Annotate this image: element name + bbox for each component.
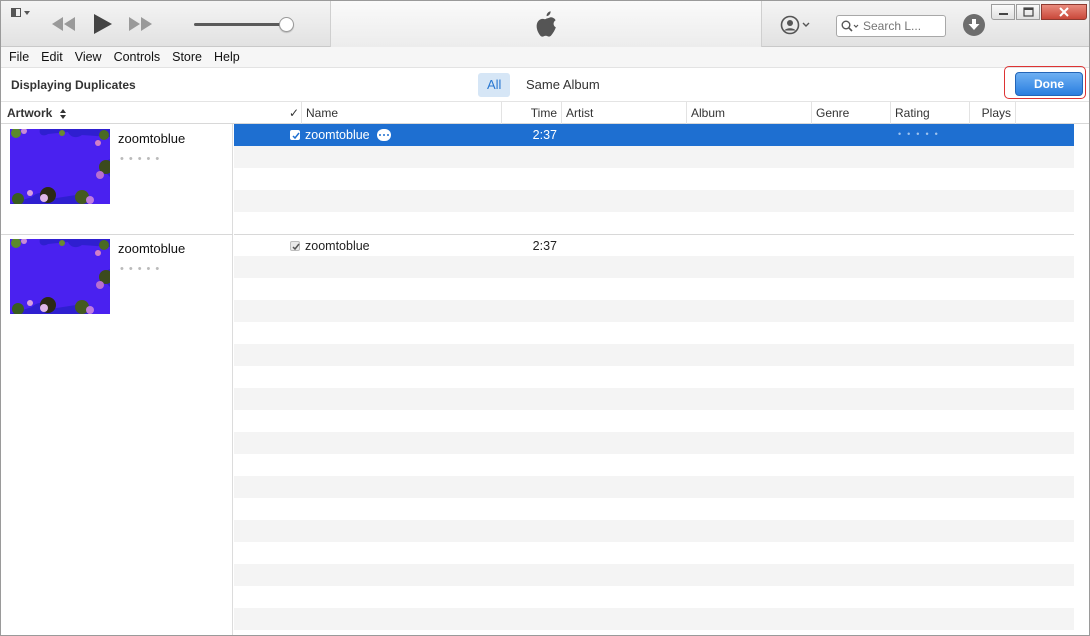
menu-controls[interactable]: Controls (108, 47, 167, 68)
column-artist[interactable]: Artist (561, 102, 685, 124)
table-row (234, 146, 1074, 168)
column-artwork[interactable]: Artwork (1, 102, 233, 124)
rewind-icon[interactable] (51, 15, 77, 33)
track-list: zoomtoblue 2:37 ••••• zoomtoblue 2:37 (234, 124, 1074, 635)
track-rating[interactable]: ••••• (898, 124, 944, 146)
menu-store[interactable]: Store (166, 47, 208, 68)
track-time: 2:37 (532, 239, 557, 253)
table-row (234, 432, 1074, 454)
table-row[interactable]: zoomtoblue 2:37 (234, 234, 1074, 256)
table-row (234, 520, 1074, 542)
search-box[interactable] (836, 15, 946, 37)
lcd-display (330, 1, 762, 47)
group-title: zoomtoblue (118, 131, 186, 146)
sort-icon[interactable] (59, 104, 67, 119)
table-row (234, 344, 1074, 366)
download-icon[interactable] (963, 14, 985, 36)
table-row (234, 300, 1074, 322)
checkbox-icon[interactable] (290, 241, 300, 251)
table-row (234, 586, 1074, 608)
column-artwork-label: Artwork (7, 106, 53, 120)
volume-slider[interactable] (194, 17, 296, 32)
table-row (234, 454, 1074, 476)
column-plays[interactable]: Plays (969, 102, 1015, 124)
account-icon[interactable] (780, 15, 814, 35)
menu-view[interactable]: View (69, 47, 108, 68)
menu-edit[interactable]: Edit (35, 47, 69, 68)
duplicates-bar: Displaying Duplicates All Same Album (1, 68, 1089, 102)
table-row (234, 190, 1074, 212)
table-row (234, 278, 1074, 300)
more-icon[interactable] (377, 129, 391, 141)
table-row (234, 498, 1074, 520)
column-spacer (1015, 102, 1089, 124)
group-rating[interactable]: ••••• (120, 263, 164, 275)
table-row (234, 388, 1074, 410)
group-separator (1, 234, 233, 235)
group-title: zoomtoblue (118, 241, 186, 256)
album-artwork[interactable] (10, 238, 113, 315)
segment-all[interactable]: All (478, 73, 511, 97)
volume-track (194, 23, 290, 26)
column-time[interactable]: Time (501, 102, 561, 124)
column-name[interactable]: Name (301, 102, 501, 124)
table-row (234, 410, 1074, 432)
album-artwork[interactable] (10, 128, 113, 205)
column-genre[interactable]: Genre (811, 102, 890, 124)
checkbox-icon[interactable] (290, 130, 300, 140)
sidebar-toggle-icon[interactable] (9, 6, 35, 20)
table-row (234, 542, 1074, 564)
track-time: 2:37 (532, 128, 557, 142)
menu-file[interactable]: File (3, 47, 35, 68)
column-album[interactable]: Album (686, 102, 810, 124)
play-icon[interactable] (89, 12, 115, 36)
group-rating[interactable]: ••••• (120, 153, 164, 165)
table-row (234, 476, 1074, 498)
apple-logo-icon (533, 10, 559, 40)
table-row (234, 564, 1074, 586)
menu-bar: File Edit View Controls Store Help (1, 47, 1089, 68)
scrollbar[interactable] (1074, 124, 1089, 635)
track-name: zoomtoblue (305, 128, 370, 142)
menu-help[interactable]: Help (208, 47, 246, 68)
table-row (234, 322, 1074, 344)
search-input[interactable] (863, 18, 943, 34)
toolbar (1, 1, 1089, 47)
artwork-column: zoomtoblue ••••• zoomtoblue ••••• (1, 124, 233, 635)
volume-knob[interactable] (279, 17, 294, 32)
search-icon[interactable] (841, 20, 861, 33)
table-row (234, 256, 1074, 278)
close-icon[interactable] (1041, 4, 1087, 20)
column-rating[interactable]: Rating (890, 102, 969, 124)
table-row[interactable]: zoomtoblue 2:37 ••••• (234, 124, 1074, 146)
done-button[interactable]: Done (1015, 72, 1083, 96)
track-name: zoomtoblue (305, 239, 370, 253)
window-controls (991, 4, 1088, 20)
column-header: Artwork ✓ Name Time Artist Album Genre R… (1, 102, 1089, 124)
restore-icon[interactable] (1016, 4, 1040, 20)
fast-forward-icon[interactable] (127, 15, 153, 33)
table-row (234, 608, 1074, 630)
minimize-icon[interactable] (991, 4, 1015, 20)
table-row (234, 366, 1074, 388)
table-row (234, 212, 1074, 234)
table-row (234, 168, 1074, 190)
itunes-window: File Edit View Controls Store Help Displ… (0, 0, 1090, 636)
duplicates-title: Displaying Duplicates (11, 78, 136, 92)
segment-same-album[interactable]: Same Album (517, 73, 609, 97)
